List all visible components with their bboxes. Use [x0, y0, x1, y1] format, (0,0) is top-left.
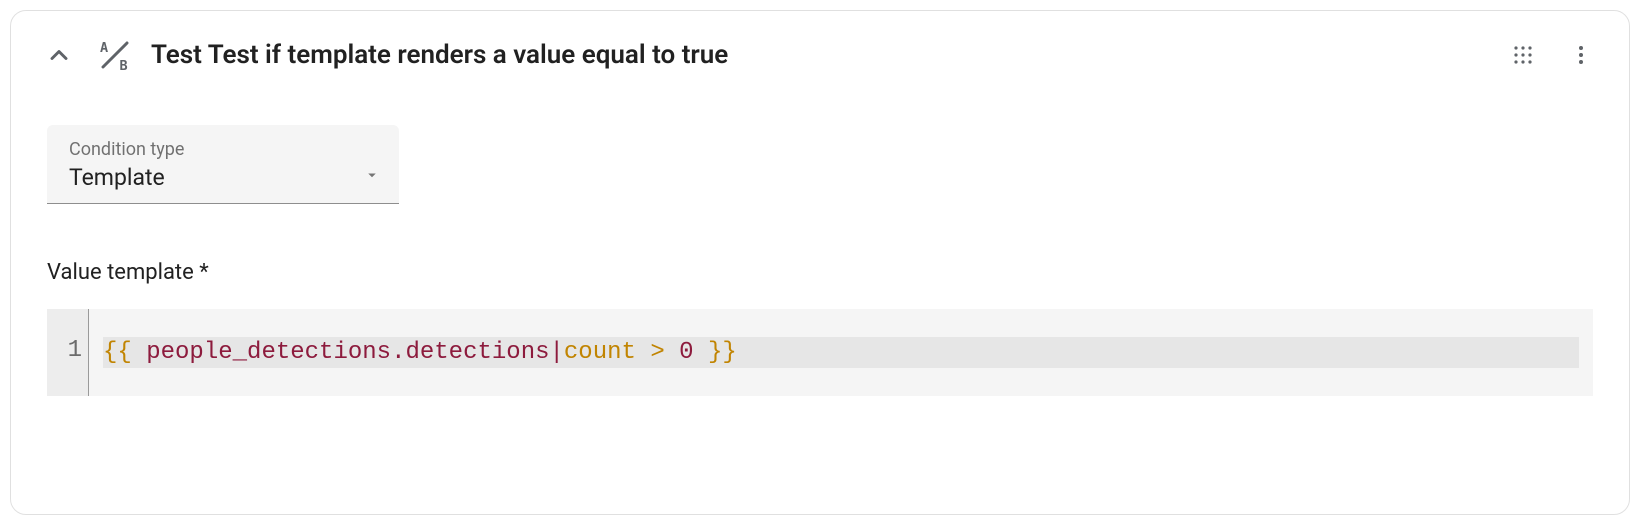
code-line-1[interactable]: {{ people_detections.detections|count > … [103, 337, 1579, 368]
dropdown-caret [363, 165, 381, 190]
select-label: Condition type [69, 139, 381, 160]
token-pipe: | [550, 339, 564, 366]
overflow-menu-button[interactable] [1561, 35, 1601, 75]
token-close-brace: }} [694, 339, 737, 366]
token-filter: count [564, 339, 636, 366]
condition-type-select[interactable]: Condition type Template [47, 125, 399, 204]
condition-card: A B Test Test if template renders a valu… [10, 10, 1630, 515]
card-body: Condition type Template Value template *… [39, 75, 1601, 396]
value-template-label: Value template * [47, 260, 1593, 285]
ab-test-icon: A B [97, 37, 133, 73]
token-property: detections [405, 339, 549, 366]
line-number: 1 [68, 337, 82, 364]
svg-text:A: A [100, 40, 108, 56]
chevron-up-icon [45, 41, 73, 69]
select-value: Template [69, 164, 165, 191]
collapse-button[interactable] [39, 35, 79, 75]
dots-vertical-icon [1569, 43, 1593, 67]
token-space [636, 339, 650, 366]
caret-down-icon [363, 166, 381, 184]
token-identifier: people_detections [146, 339, 391, 366]
token-space [665, 339, 679, 366]
editor-gutter: 1 [47, 309, 89, 396]
token-number: 0 [679, 339, 693, 366]
svg-text:B: B [120, 58, 128, 73]
move-handle[interactable] [1503, 35, 1543, 75]
token-operator: > [650, 339, 664, 366]
value-template-editor[interactable]: 1 {{ people_detections.detections|count … [47, 309, 1593, 396]
select-value-row: Template [69, 164, 381, 191]
token-open-brace: {{ [103, 339, 146, 366]
drag-grid-icon [1511, 43, 1535, 67]
token-dot: . [391, 339, 405, 366]
card-header: A B Test Test if template renders a valu… [39, 35, 1601, 75]
editor-area[interactable]: {{ people_detections.detections|count > … [89, 309, 1593, 396]
card-title: Test Test if template renders a value eq… [151, 40, 728, 70]
